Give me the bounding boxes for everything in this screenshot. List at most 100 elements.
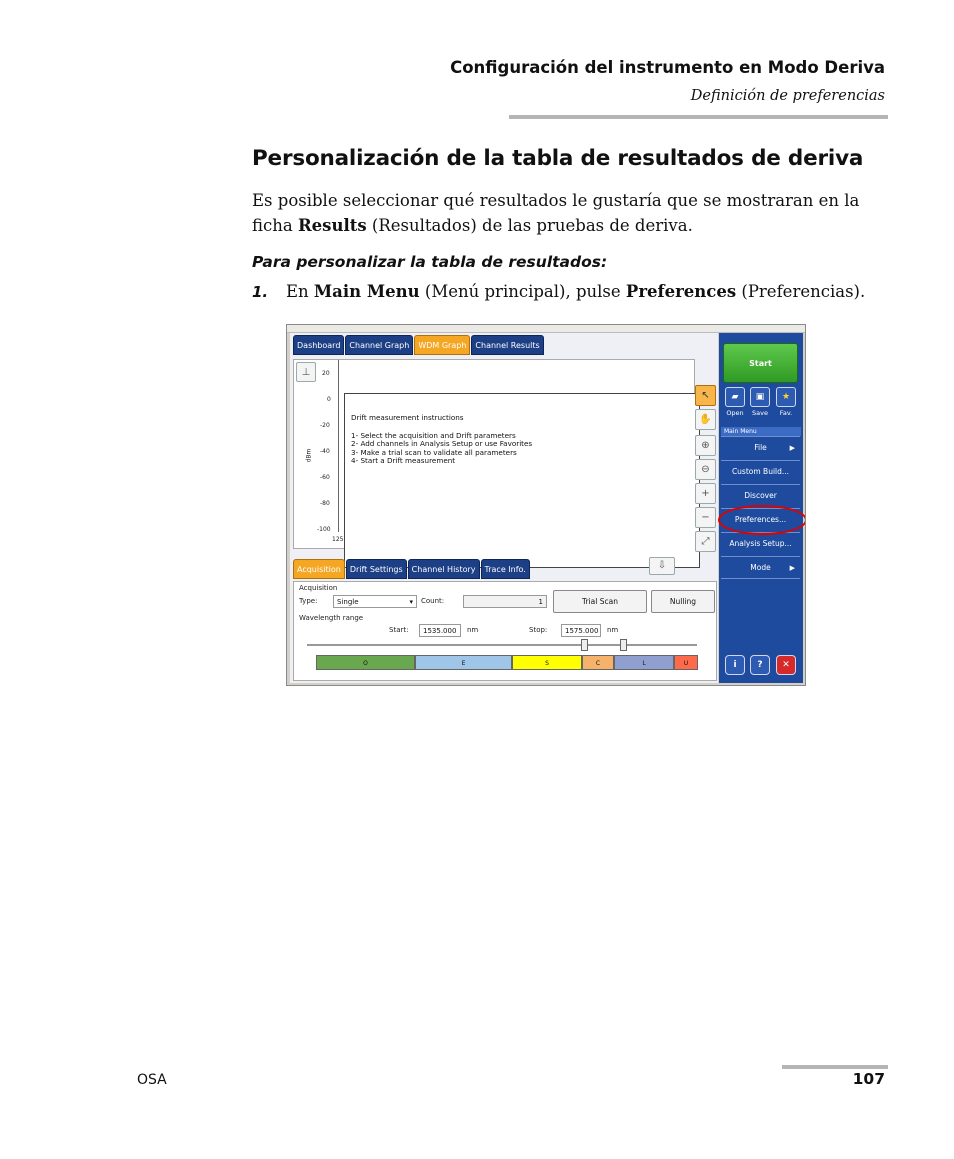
zoom-in-icon[interactable]: + xyxy=(695,483,716,504)
chapter-title: Configuración del instrumento en Modo De… xyxy=(450,58,885,77)
start-unit: nm xyxy=(467,626,479,634)
count-label: Count: xyxy=(421,597,445,605)
step-text-c: (Preferencias). xyxy=(736,282,866,301)
band-label: U xyxy=(683,660,689,667)
collapse-arrow-icon[interactable]: ⇩ xyxy=(649,557,675,575)
help-icon[interactable]: ? xyxy=(750,655,770,675)
open-label: Open xyxy=(726,409,744,417)
menu-item-mode[interactable]: Mode ▶ xyxy=(721,556,800,579)
start-slider-handle[interactable] xyxy=(581,639,588,651)
type-value: Single xyxy=(337,598,359,606)
y-tick: -20 xyxy=(320,422,330,429)
band-e: E xyxy=(415,655,512,670)
y-tick: 0 xyxy=(327,396,331,403)
tab-channel-graph[interactable]: Channel Graph xyxy=(345,335,414,355)
stop-slider-handle[interactable] xyxy=(620,639,627,651)
bottom-tab-bar: Acquisition Drift Settings Channel Histo… xyxy=(293,559,531,579)
tab-wdm-graph[interactable]: WDM Graph xyxy=(414,335,471,355)
instruction-line: 4- Start a Drift measurement xyxy=(351,456,456,465)
type-select[interactable]: Single ▾ xyxy=(333,595,417,608)
section-subtitle: Definición de preferencias xyxy=(690,88,885,104)
y-tick: -100 xyxy=(317,526,331,533)
y-axis-label: dBm xyxy=(305,448,313,463)
step-text-a: En xyxy=(286,282,314,301)
osa-screenshot: Dashboard Channel Graph WDM Graph Channe… xyxy=(286,324,806,686)
hand-icon[interactable]: ✋ xyxy=(695,409,716,430)
start-button[interactable]: Start xyxy=(723,343,798,383)
count-field[interactable]: 1 xyxy=(463,595,547,608)
window-top-strip xyxy=(287,325,805,333)
menu-item-custom-build[interactable]: Custom Build... xyxy=(721,460,800,483)
section-title: Personalización de la tabla de resultado… xyxy=(252,146,864,171)
y-tick: -80 xyxy=(320,500,330,507)
intro-bold-results: Results xyxy=(297,216,367,235)
step-1: 1. En Main Menu (Menú principal), pulse P… xyxy=(252,282,865,301)
band-l: L xyxy=(614,655,674,670)
y-tick: -40 xyxy=(320,448,330,455)
acquisition-group-label: Acquisition xyxy=(299,584,338,592)
pointer-icon[interactable]: ↖ xyxy=(695,385,716,406)
highlight-circle xyxy=(718,505,805,535)
zoom-box-icon[interactable]: ⊖ xyxy=(695,459,716,480)
graph-tools: ↖ ✋ ⊕ ⊖ + − ⤢ xyxy=(695,359,717,552)
band-label: C xyxy=(595,660,601,667)
instructions-title: Drift measurement instructions xyxy=(351,413,464,422)
wavelength-slider-track[interactable] xyxy=(307,644,697,646)
header-rule xyxy=(509,115,888,119)
step-text-b: (Menú principal), pulse xyxy=(419,282,626,301)
band-c: C xyxy=(582,655,614,670)
graph-tab-bar: Dashboard Channel Graph WDM Graph Channe… xyxy=(293,335,545,355)
footer-product: OSA xyxy=(137,1072,167,1088)
tab-trace-info[interactable]: Trace Info. xyxy=(480,559,530,579)
stop-unit: nm xyxy=(607,626,619,634)
close-icon[interactable]: ✕ xyxy=(776,655,796,675)
menu-item-discover[interactable]: Discover xyxy=(721,484,800,507)
page-number: 107 xyxy=(852,1070,885,1088)
zoom-area-icon[interactable]: ⊕ xyxy=(695,435,716,456)
tab-channel-results[interactable]: Channel Results xyxy=(471,335,544,355)
band-label: L xyxy=(642,660,646,667)
menu-item-label: File xyxy=(754,443,767,452)
nulling-button[interactable]: Nulling xyxy=(651,590,715,613)
tab-dashboard[interactable]: Dashboard xyxy=(293,335,345,355)
stop-label: Stop: xyxy=(529,626,548,634)
y-tick: -60 xyxy=(320,474,330,481)
tab-channel-history[interactable]: Channel History xyxy=(407,559,480,579)
menu-item-analysis-setup[interactable]: Analysis Setup... xyxy=(721,532,800,555)
type-label: Type: xyxy=(299,597,318,605)
save-disk-icon[interactable]: ▣ xyxy=(750,387,770,407)
trial-scan-button[interactable]: Trial Scan xyxy=(553,590,647,613)
full-scale-icon[interactable]: ⤢ xyxy=(695,531,716,552)
y-axis xyxy=(338,360,339,532)
step-bold-main-menu: Main Menu xyxy=(313,282,420,301)
band-o: O xyxy=(316,655,415,670)
band-label: S xyxy=(545,660,549,667)
favorites-star-icon[interactable]: ★ xyxy=(776,387,796,407)
band-label: E xyxy=(461,660,466,667)
step-bold-preferences: Preferences xyxy=(625,282,737,301)
tab-acquisition[interactable]: Acquisition xyxy=(293,559,345,579)
band-s: S xyxy=(512,655,582,670)
step-number: 1. xyxy=(252,283,269,301)
procedure-title: Para personalizar la tabla de resultados… xyxy=(252,253,608,271)
band-u: U xyxy=(674,655,698,670)
fav-label: Fav. xyxy=(779,409,793,417)
footer-rule xyxy=(782,1065,888,1069)
band-label: O xyxy=(363,660,368,667)
intro-paragraph: Es posible seleccionar qué resultados le… xyxy=(252,188,892,238)
start-wavelength-field[interactable]: 1535.000 xyxy=(419,624,461,637)
wdm-graph: ⊥ 20 0 -20 -40 -60 -80 -100 dBm 1250 130… xyxy=(293,359,700,568)
chevron-down-icon: ▾ xyxy=(409,598,413,606)
zoom-out-icon[interactable]: − xyxy=(695,507,716,528)
tab-drift-settings[interactable]: Drift Settings xyxy=(345,559,407,579)
marker-tool-icon[interactable]: ⊥ xyxy=(296,362,316,382)
stop-wavelength-field[interactable]: 1575.000 xyxy=(561,624,601,637)
save-label: Save xyxy=(752,409,768,417)
open-folder-icon[interactable]: ▰ xyxy=(725,387,745,407)
info-icon[interactable]: i xyxy=(725,655,745,675)
chevron-right-icon: ▶ xyxy=(789,444,795,452)
chevron-right-icon: ▶ xyxy=(789,564,795,572)
drift-instructions-box: Drift measurement instructions 1- Select… xyxy=(344,393,700,568)
menu-item-file[interactable]: File ▶ xyxy=(721,436,800,459)
wavelength-range-label: Wavelength range xyxy=(299,614,364,622)
